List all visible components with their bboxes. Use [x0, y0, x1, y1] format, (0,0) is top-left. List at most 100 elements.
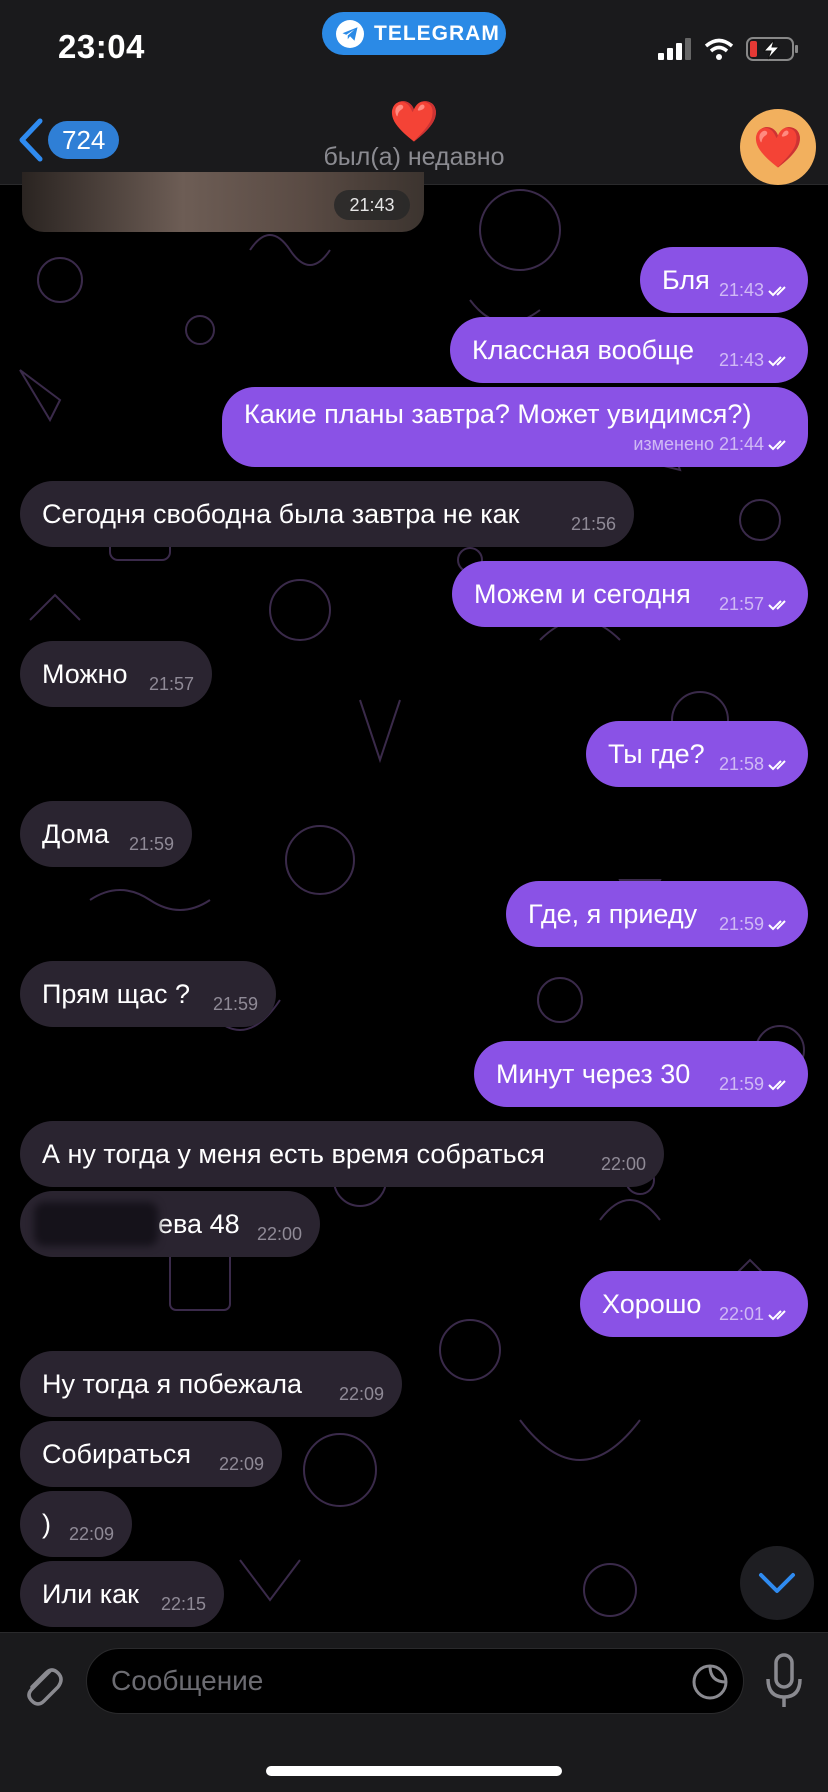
message-meta: 21:57	[149, 674, 194, 695]
message-time: 21:57	[148, 674, 194, 694]
read-ticks-icon	[768, 285, 786, 296]
photo-timestamp: 21:43	[334, 190, 410, 220]
message-time: 21:43	[718, 350, 764, 370]
message-time: 21:57	[718, 594, 764, 614]
message-meta: 21:43	[719, 280, 790, 301]
message-input[interactable]	[111, 1649, 671, 1713]
message-incoming[interactable]: А ну тогда у меня есть время собраться 2…	[20, 1121, 664, 1187]
message-meta: изменено 21:44	[633, 434, 790, 455]
read-ticks-icon	[768, 599, 786, 610]
message-meta: 21:59	[719, 914, 790, 935]
status-bar: 23:04 TELEGRAM	[0, 0, 828, 95]
message-time: 22:01	[718, 1304, 764, 1324]
paperclip-icon[interactable]	[20, 1659, 64, 1709]
message-outgoing[interactable]: Бля 21:43	[640, 247, 808, 313]
chevron-down-icon	[759, 1573, 795, 1593]
scroll-to-bottom-button[interactable]	[740, 1546, 814, 1620]
message-text: ева 48	[158, 1208, 240, 1239]
message-text: Можем и сегодня	[474, 578, 691, 609]
message-text: Прям щас ?	[42, 978, 191, 1009]
read-ticks-icon	[768, 919, 786, 930]
message-incoming[interactable]: Прям щас ? 21:59	[20, 961, 276, 1027]
message-meta: 21:56	[571, 514, 616, 535]
message-text: Ты где?	[608, 738, 705, 769]
message-time: 21:58	[718, 754, 764, 774]
message-time: 22:00	[256, 1224, 302, 1244]
message-input-container	[86, 1648, 744, 1714]
read-ticks-icon	[768, 1079, 786, 1090]
telegram-pill[interactable]: TELEGRAM	[322, 12, 506, 55]
message-outgoing[interactable]: Минут через 30 21:59	[474, 1041, 808, 1107]
read-ticks-icon	[768, 355, 786, 366]
telegram-pill-label: TELEGRAM	[374, 21, 500, 45]
message-text: Бля	[662, 264, 710, 295]
message-time: 22:00	[600, 1154, 646, 1174]
contact-avatar[interactable]: ❤️	[740, 109, 816, 185]
read-ticks-icon	[768, 759, 786, 770]
message-incoming[interactable]: Сегодня свободна была завтра не как 21:5…	[20, 481, 634, 547]
message-text: Какие планы завтра? Может увидимся?)	[244, 399, 752, 429]
message-text: Минут через 30	[496, 1058, 691, 1089]
message-text: Дома	[42, 818, 110, 849]
message-meta: 22:09	[69, 1524, 114, 1545]
message-meta: 21:58	[719, 754, 790, 775]
message-time: 21:59	[718, 1074, 764, 1094]
home-indicator	[266, 1766, 562, 1776]
message-meta: 22:09	[339, 1384, 384, 1405]
message-outgoing[interactable]: Где, я приеду 21:59	[506, 881, 808, 947]
message-text: Классная вообще	[472, 334, 695, 365]
message-meta: 22:15	[161, 1594, 206, 1615]
chat-title[interactable]: ❤️	[0, 97, 828, 147]
sticker-icon[interactable]	[691, 1663, 729, 1701]
message-time: 21:59	[128, 834, 174, 854]
message-incoming[interactable]: Ну тогда я побежала 22:09	[20, 1351, 402, 1417]
signal-icon	[658, 38, 691, 60]
message-text: Или как	[42, 1578, 139, 1609]
redacted-blur	[34, 1202, 158, 1246]
message-incoming[interactable]: Можно 21:57	[20, 641, 212, 707]
message-meta: 21:59	[719, 1074, 790, 1095]
status-time: 23:04	[58, 28, 145, 65]
telegram-plane-icon	[336, 19, 364, 48]
message-time: 21:59	[212, 994, 258, 1014]
message-time: 22:09	[338, 1384, 384, 1404]
message-text: Можно	[42, 658, 128, 689]
message-time: 21:59	[718, 914, 764, 934]
message-time: 22:09	[68, 1524, 114, 1544]
battery-charging-icon	[746, 37, 798, 61]
message-incoming[interactable]: Дома 21:59	[20, 801, 192, 867]
message-outgoing[interactable]: Можем и сегодня 21:57	[452, 561, 808, 627]
message-outgoing[interactable]: Ты где? 21:58	[586, 721, 808, 787]
message-meta: 21:59	[213, 994, 258, 1015]
message-outgoing[interactable]: Хорошо 22:01	[580, 1271, 808, 1337]
status-icons	[658, 36, 800, 62]
message-time: 21:56	[570, 514, 616, 534]
message-meta: 22:01	[719, 1304, 790, 1325]
message-text: )	[42, 1508, 51, 1539]
wifi-icon	[704, 38, 734, 60]
message-text: Собираться	[42, 1438, 192, 1469]
message-incoming[interactable]: ) 22:09	[20, 1491, 132, 1557]
message-time: изменено 21:44	[633, 434, 764, 454]
message-text: Хорошо	[602, 1288, 702, 1319]
message-outgoing[interactable]: Классная вообще 21:43	[450, 317, 808, 383]
message-text: Где, я приеду	[528, 898, 698, 929]
read-ticks-icon	[768, 439, 786, 450]
message-text: А ну тогда у меня есть время собраться	[42, 1138, 545, 1169]
message-meta: 21:57	[719, 594, 790, 615]
message-time: 22:09	[218, 1454, 264, 1474]
message-incoming[interactable]: ева 48 22:00	[20, 1191, 320, 1257]
microphone-icon[interactable]	[762, 1653, 806, 1709]
message-incoming[interactable]: Или как 22:15	[20, 1561, 224, 1627]
read-ticks-icon	[768, 1309, 786, 1320]
message-text: Сегодня свободна была завтра не как	[42, 498, 520, 529]
message-meta: 21:59	[129, 834, 174, 855]
message-text: Ну тогда я побежала	[42, 1368, 302, 1399]
message-meta: 22:09	[219, 1454, 264, 1475]
message-meta: 21:43	[719, 350, 790, 371]
message-time: 22:15	[160, 1594, 206, 1614]
message-time: 21:43	[718, 280, 764, 300]
message-outgoing[interactable]: Какие планы завтра? Может увидимся?) изм…	[222, 387, 808, 467]
chat-last-seen: был(а) недавно	[323, 143, 505, 171]
message-incoming[interactable]: Собираться 22:09	[20, 1421, 282, 1487]
